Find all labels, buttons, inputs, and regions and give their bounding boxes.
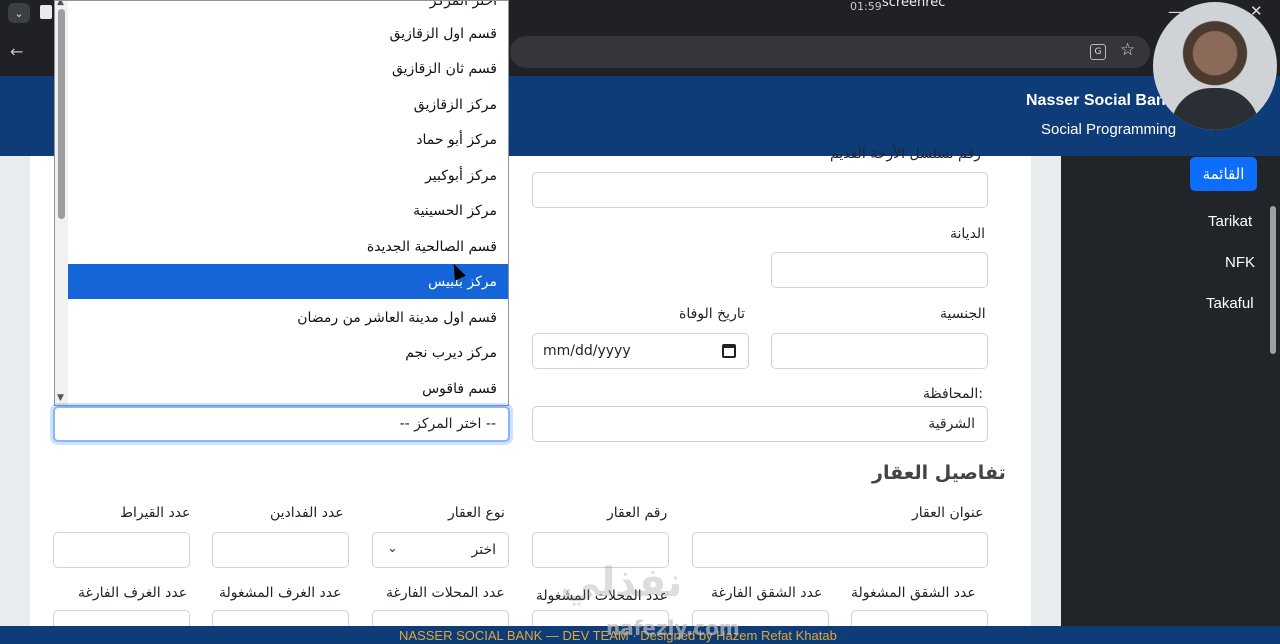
death-date-input[interactable]: mm/dd/yyyy bbox=[532, 333, 749, 369]
qirats-input[interactable] bbox=[53, 532, 190, 568]
scroll-down-arrow-icon[interactable]: ▼ bbox=[57, 393, 64, 403]
dropdown-option[interactable]: مركز ديرب نجم bbox=[68, 335, 508, 371]
dropdown-option[interactable]: مركز الزقازيق bbox=[68, 87, 508, 123]
dropdown-option[interactable]: مركز أبوكبير bbox=[68, 158, 508, 194]
watermark-url: nafezly.com bbox=[606, 616, 740, 640]
back-arrow-icon[interactable]: ← bbox=[10, 42, 23, 61]
center-dropdown-list[interactable]: اختر المركز قسم اول الزقازيق قسم ثان الز… bbox=[54, 0, 509, 406]
tab-favicon-icon bbox=[40, 5, 52, 19]
webcam-overlay bbox=[1153, 2, 1277, 130]
site-title: Nasser Social Ban bbox=[1026, 92, 1166, 109]
dropdown-option[interactable]: مركز الحسينية bbox=[68, 193, 508, 229]
religion-label: الديانة bbox=[950, 226, 986, 242]
dropdown-option[interactable]: قسم اول مدينة العاشر من رمضان bbox=[68, 300, 508, 336]
qirats-label: عدد القيراط bbox=[120, 505, 191, 521]
governorate-select[interactable]: الشرقية bbox=[532, 406, 988, 442]
dropdown-option-selected[interactable]: مركز بلبيس bbox=[68, 264, 508, 299]
nationality-label: الجنسية bbox=[940, 306, 986, 322]
tab-list-chevron-icon[interactable]: ⌄ bbox=[8, 3, 30, 23]
feddans-label: عدد الفدادين bbox=[270, 505, 344, 521]
vacant-rooms-label: عدد الغرف الفارغة bbox=[78, 585, 188, 601]
dropdown-option[interactable]: قسم الصالحية الجديدة bbox=[68, 229, 508, 265]
vacant-apartments-label: عدد الشقق الفارغة bbox=[711, 585, 823, 601]
property-type-label: نوع العقار bbox=[448, 505, 505, 521]
sidebar-item-menu[interactable]: القائمة bbox=[1190, 157, 1257, 191]
property-type-select[interactable]: ⌄ اختر bbox=[372, 532, 509, 568]
sidebar-item-tarikat[interactable]: Tarikat bbox=[1208, 213, 1252, 230]
dropdown-option[interactable]: قسم اول الزقازيق bbox=[68, 16, 508, 52]
site-subtitle: Social Programming bbox=[1041, 121, 1177, 138]
scroll-up-arrow-icon[interactable]: ▲ bbox=[57, 1, 64, 7]
watermark-logo: نفذلي bbox=[560, 560, 683, 606]
old-serial-label: رقم تسلسل الأرحة القديم bbox=[830, 146, 981, 162]
chevron-down-icon: ⌄ bbox=[387, 541, 398, 556]
governorate-label: المحافظة: bbox=[923, 386, 983, 402]
dropdown-scrollbar[interactable]: ▲ ▼ bbox=[55, 1, 68, 405]
recorder-brand: screenrec bbox=[882, 0, 946, 10]
feddans-input[interactable] bbox=[212, 532, 349, 568]
center-select[interactable]: -- اختر المركز -- bbox=[53, 406, 510, 442]
dropdown-scroll-thumb[interactable] bbox=[58, 9, 65, 219]
dropdown-option[interactable]: قسم ثان الزقازيق bbox=[68, 51, 508, 87]
property-number-label: رقم العقار bbox=[607, 505, 668, 521]
death-date-label: تاريخ الوفاة bbox=[679, 306, 745, 322]
property-address-label: عنوان العقار bbox=[912, 505, 984, 521]
recorder-timer: 01:59 bbox=[850, 0, 882, 13]
occupied-rooms-label: عدد الغرف المشغولة bbox=[219, 585, 342, 601]
property-type-value: اختر bbox=[471, 542, 497, 558]
sidebar-item-nfk[interactable]: NFK bbox=[1225, 254, 1255, 271]
page-scrollbar[interactable] bbox=[1270, 206, 1276, 354]
property-section-title: تفاصيل العقار bbox=[872, 462, 1006, 484]
calendar-icon[interactable] bbox=[722, 344, 736, 358]
dropdown-option[interactable]: قسم فاقوس bbox=[68, 371, 508, 405]
occupied-apartments-label: عدد الشقق المشغولة bbox=[851, 585, 976, 601]
translate-icon[interactable]: G bbox=[1090, 44, 1106, 60]
sidebar-item-takaful[interactable]: Takaful bbox=[1206, 295, 1254, 312]
address-bar[interactable] bbox=[510, 36, 1150, 68]
death-date-placeholder: mm/dd/yyyy bbox=[543, 343, 631, 359]
nationality-input[interactable] bbox=[771, 333, 988, 369]
old-serial-input[interactable] bbox=[532, 172, 988, 208]
dropdown-option[interactable]: مركز أبو حماد bbox=[68, 122, 508, 158]
bookmark-star-icon[interactable]: ☆ bbox=[1120, 40, 1135, 60]
religion-input[interactable] bbox=[771, 252, 988, 288]
property-address-input[interactable] bbox=[692, 532, 988, 568]
vacant-shops-label: عدد المحلات الفارغة bbox=[386, 585, 505, 601]
